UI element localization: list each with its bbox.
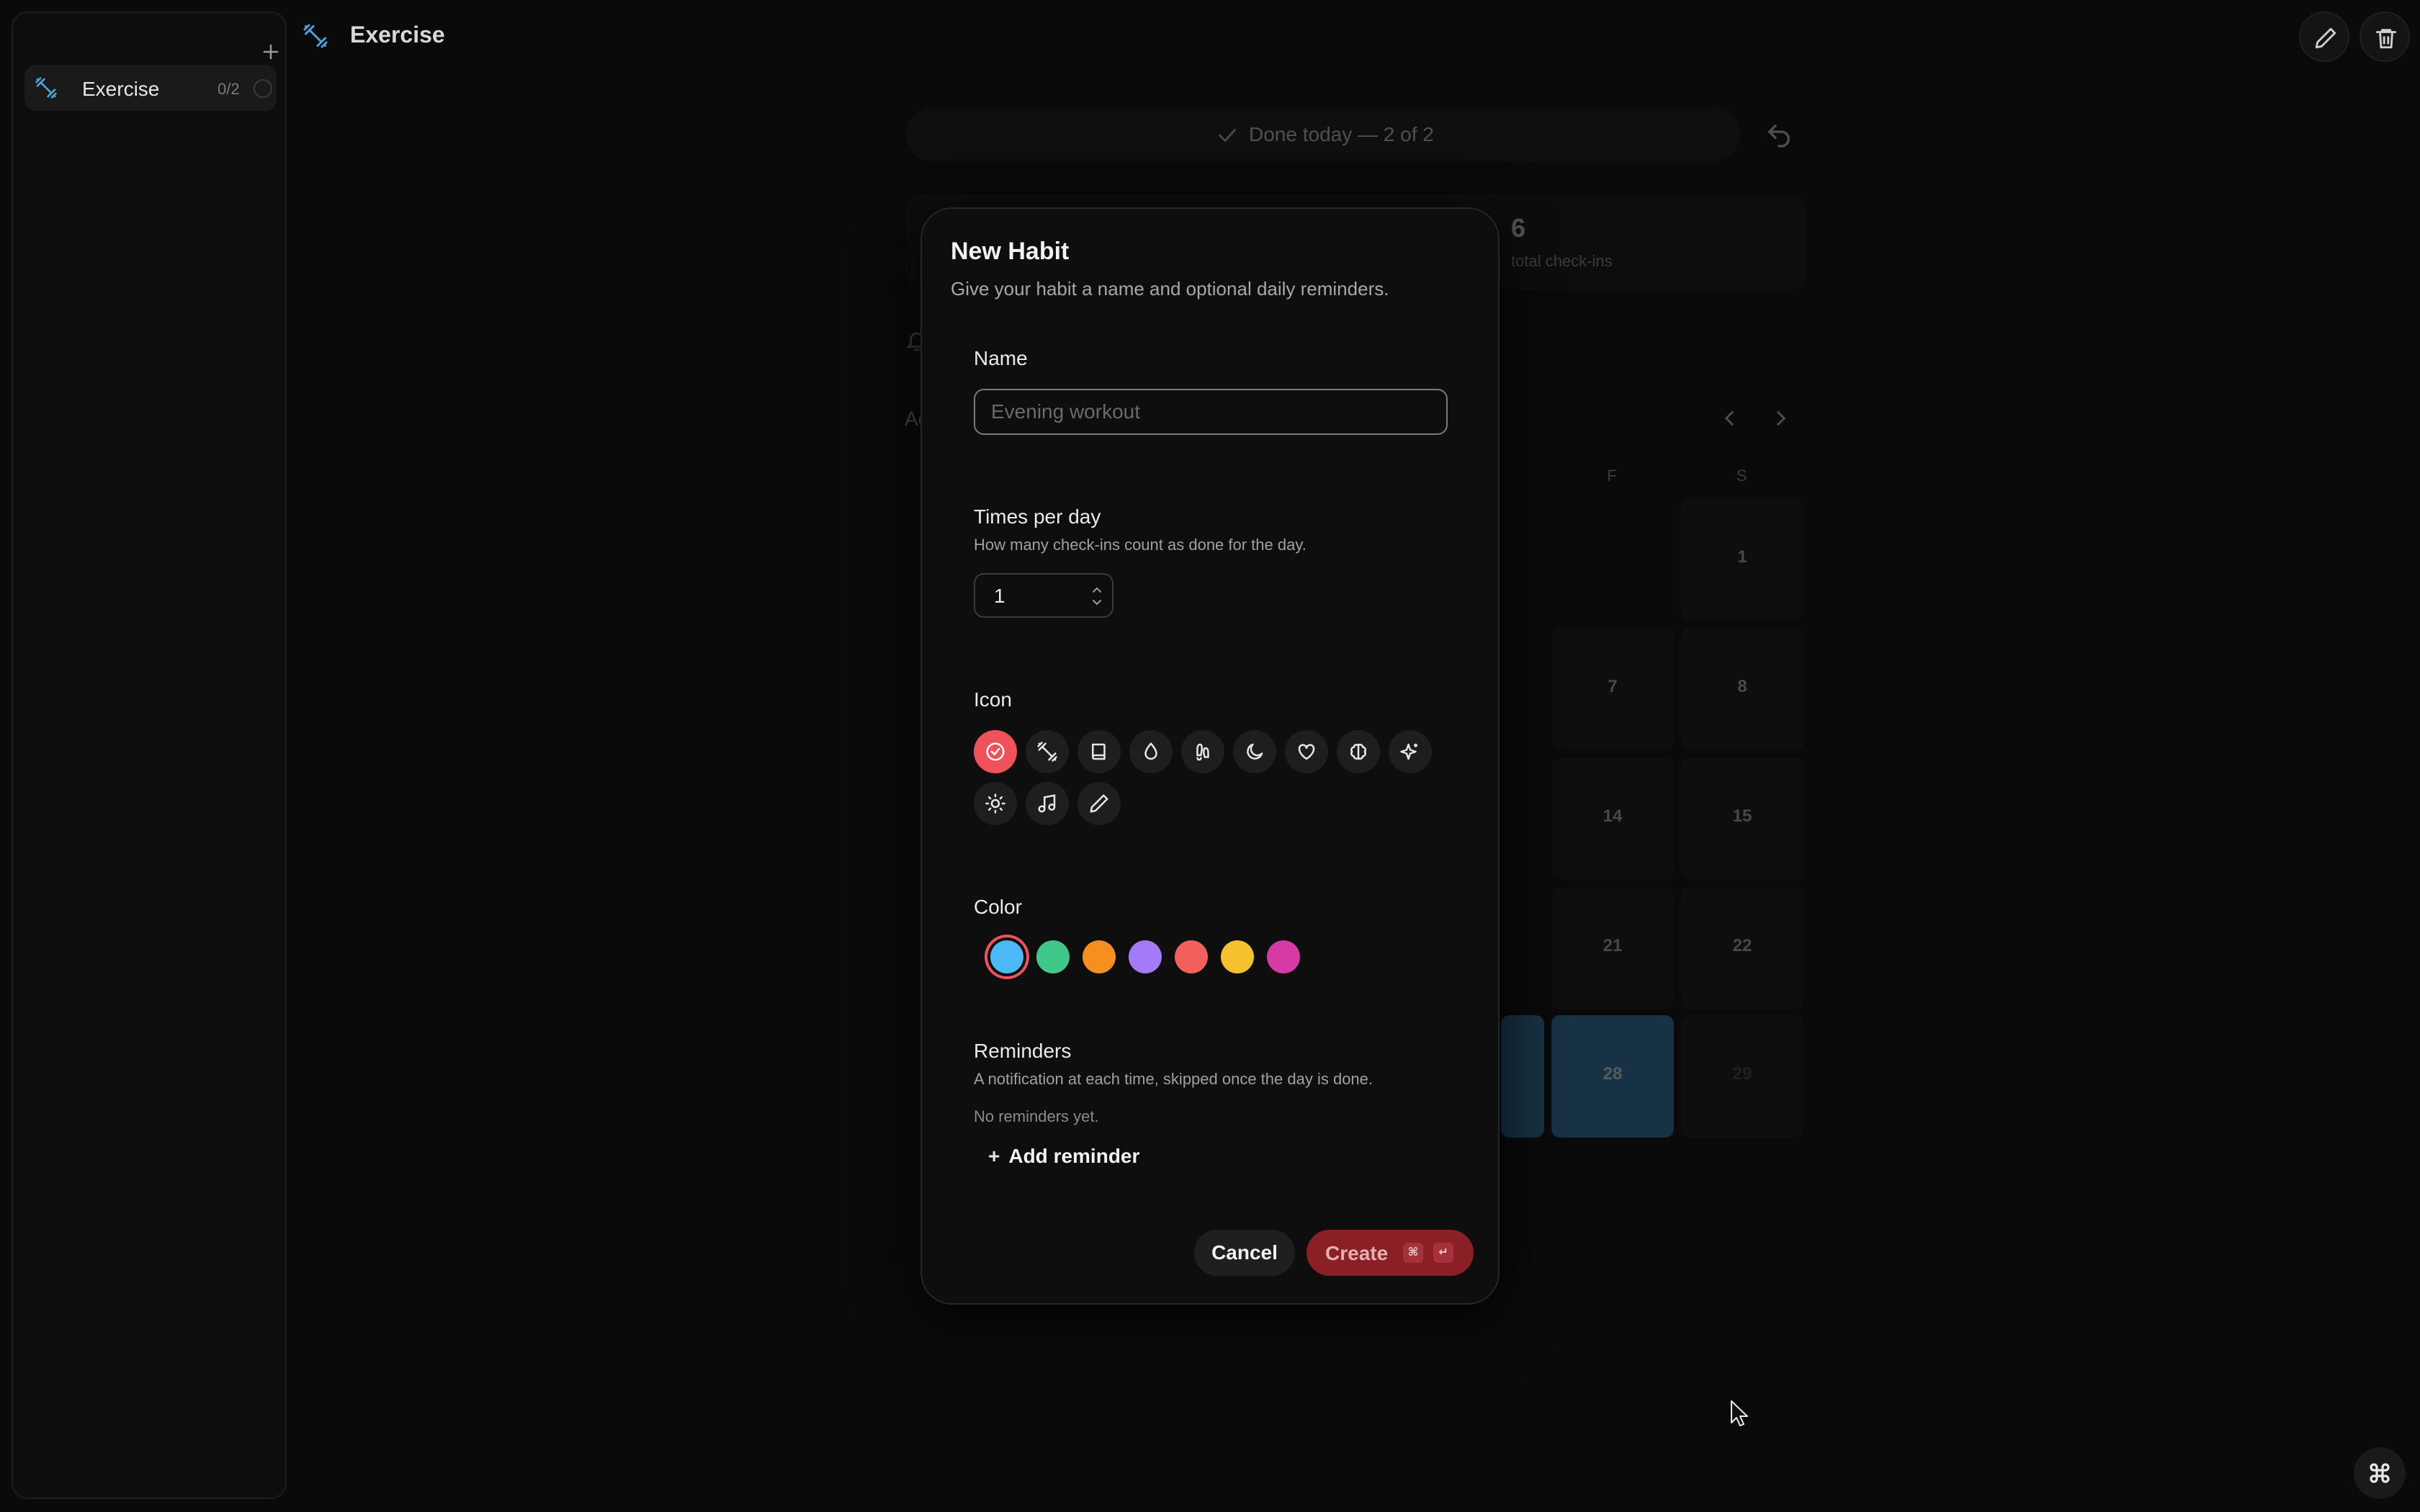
weekday-label: F — [1607, 467, 1617, 485]
delete-habit-button[interactable] — [2360, 12, 2410, 62]
name-label: Name — [974, 347, 1028, 369]
icon-label: Icon — [974, 688, 1012, 711]
cancel-button[interactable]: Cancel — [1194, 1230, 1295, 1276]
edit-habit-button[interactable] — [2299, 12, 2349, 62]
droplet-icon — [1144, 742, 1157, 760]
mouse-cursor-icon — [1730, 1400, 1749, 1427]
color-swatch[interactable] — [1221, 940, 1254, 973]
undo-icon — [1768, 125, 1790, 148]
new-habit-dialog: New Habit Give your habit a name and opt… — [920, 207, 1500, 1305]
color-swatch[interactable] — [1036, 940, 1070, 973]
color-swatch[interactable] — [1175, 940, 1208, 973]
times-per-day-label: Times per day — [974, 505, 1101, 528]
trash-icon — [2375, 29, 2397, 49]
dumbbell-icon — [35, 76, 58, 99]
plus-icon — [263, 44, 279, 60]
sidebar: Exercise 0/2 — [12, 12, 287, 1499]
sparkles-icon — [1400, 743, 1417, 760]
icon-option-music[interactable] — [1026, 782, 1069, 825]
calendar-day[interactable]: 7 — [1551, 628, 1674, 750]
name-input[interactable] — [974, 389, 1448, 435]
icon-option-check-circle[interactable] — [974, 730, 1017, 773]
icon-option-heart[interactable] — [1285, 730, 1328, 773]
color-swatch[interactable] — [1129, 940, 1162, 973]
brain-icon — [1350, 743, 1366, 760]
enter-key-icon: ↵ — [1433, 1243, 1453, 1263]
create-button[interactable]: Create ⌘ ↵ — [1307, 1230, 1474, 1276]
command-key-icon: ⌘ — [1403, 1243, 1423, 1263]
footprints-icon — [1196, 743, 1209, 761]
calendar-day-today[interactable]: 28 — [1551, 1015, 1674, 1138]
add-habit-button[interactable] — [256, 37, 285, 66]
reminders-label: Reminders — [974, 1040, 1072, 1062]
music-icon — [1038, 794, 1056, 813]
color-swatch[interactable] — [1267, 940, 1300, 973]
dumbbell-icon — [302, 23, 328, 49]
dialog-description: Give your habit a name and optional dail… — [951, 278, 1389, 300]
heart-icon — [1298, 744, 1315, 760]
calendar-day[interactable]: 21 — [1551, 887, 1674, 1009]
check-circle-icon — [986, 742, 1005, 761]
times-per-day-stepper[interactable]: 1 — [974, 573, 1113, 618]
chevron-left-icon — [1724, 411, 1734, 426]
calendar-day-partial — [1501, 1015, 1544, 1138]
plus-icon: + — [988, 1145, 1000, 1167]
color-swatch[interactable] — [990, 940, 1023, 973]
total-checkins-value: 6 — [1511, 213, 1526, 243]
color-swatch[interactable] — [1083, 940, 1116, 973]
next-month-button[interactable] — [1769, 406, 1793, 431]
pencil-icon — [2315, 27, 2336, 49]
icon-option-brain[interactable] — [1337, 730, 1380, 773]
stepper-arrows-icon[interactable] — [1089, 582, 1105, 611]
icon-option-moon[interactable] — [1233, 730, 1276, 773]
total-checkins-label: total check-ins — [1511, 252, 1613, 270]
pencil-icon — [1090, 794, 1108, 813]
stepper-value: 1 — [994, 585, 1005, 607]
calendar-day[interactable]: 14 — [1551, 757, 1674, 880]
add-reminder-label: Add reminder — [1008, 1145, 1140, 1167]
command-menu-button[interactable] — [2354, 1447, 2406, 1499]
reminders-help: A notification at each time, skipped onc… — [974, 1070, 1373, 1088]
page-title: Exercise — [350, 22, 445, 48]
calendar-day[interactable]: 29 — [1681, 1015, 1803, 1138]
check-icon — [1214, 122, 1240, 148]
prev-month-button[interactable] — [1717, 406, 1742, 431]
sidebar-item-count: 0/2 — [218, 80, 240, 98]
icon-option-sun[interactable] — [974, 782, 1017, 825]
moon-icon — [1247, 743, 1263, 760]
add-reminder-button[interactable]: + Add reminder — [988, 1145, 1139, 1168]
icon-option-pencil[interactable] — [1077, 782, 1121, 825]
calendar-day[interactable]: 1 — [1681, 498, 1803, 621]
chevron-right-icon — [1777, 411, 1786, 426]
sidebar-item-label: Exercise — [82, 78, 160, 100]
calendar-day[interactable]: 15 — [1681, 757, 1803, 880]
icon-option-sparkles[interactable] — [1389, 730, 1432, 773]
icon-option-book[interactable] — [1077, 730, 1121, 773]
icon-option-dumbbell[interactable] — [1026, 730, 1069, 773]
icon-option-footprints[interactable] — [1181, 730, 1224, 773]
book-icon — [1092, 743, 1106, 760]
sidebar-item-exercise[interactable]: Exercise 0/2 — [24, 65, 277, 111]
calendar-day[interactable]: 22 — [1681, 887, 1803, 1009]
progress-ring — [254, 79, 272, 98]
undo-button[interactable] — [1765, 121, 1793, 150]
color-label: Color — [974, 896, 1022, 918]
create-label: Create — [1325, 1242, 1389, 1264]
calendar-day[interactable]: 8 — [1681, 628, 1803, 750]
sun-icon — [985, 793, 1005, 814]
command-icon — [2370, 1463, 2390, 1483]
done-today-text: Done today — 2 of 2 — [1249, 123, 1434, 145]
dialog-title: New Habit — [951, 238, 1070, 265]
times-per-day-help: How many check-ins count as done for the… — [974, 536, 1307, 554]
weekday-label: S — [1736, 467, 1747, 485]
done-today-bar: Done today — 2 of 2 — [906, 108, 1740, 161]
icon-option-droplet[interactable] — [1129, 730, 1173, 773]
reminders-empty: No reminders yet. — [974, 1107, 1099, 1125]
dumbbell-icon — [1037, 742, 1057, 762]
